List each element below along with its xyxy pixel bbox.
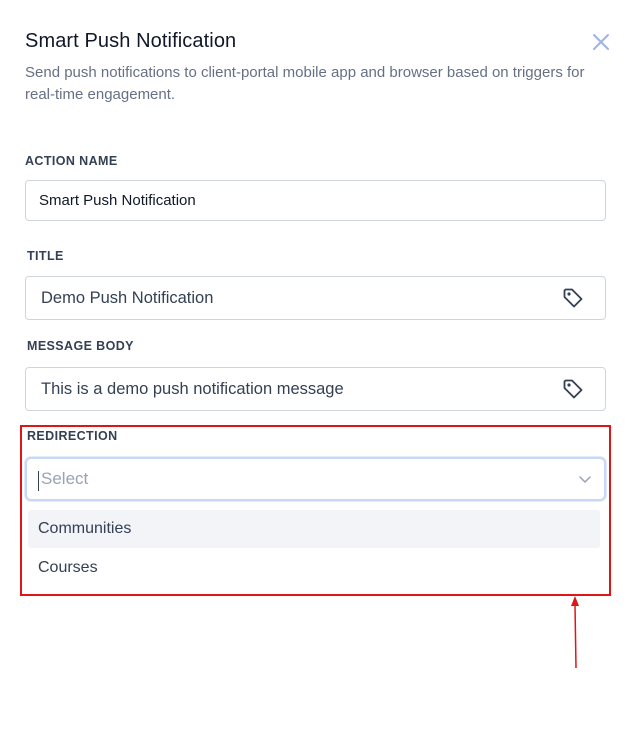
tag-icon[interactable] bbox=[561, 286, 585, 310]
title-value: Demo Push Notification bbox=[41, 288, 214, 307]
message-body-value: This is a demo push notification message bbox=[41, 379, 344, 398]
redirection-select[interactable]: Select bbox=[25, 457, 606, 501]
tag-icon[interactable] bbox=[561, 377, 585, 401]
option-courses[interactable]: Courses bbox=[28, 549, 600, 587]
action-name-field[interactable]: Smart Push Notification bbox=[25, 180, 606, 221]
action-name-value: Smart Push Notification bbox=[39, 192, 196, 209]
option-communities[interactable]: Communities bbox=[28, 510, 600, 548]
redirection-placeholder: Select bbox=[41, 469, 89, 488]
chevron-down-icon[interactable] bbox=[578, 472, 592, 486]
redirection-label: REDIRECTION bbox=[27, 429, 118, 443]
title-field[interactable]: Demo Push Notification bbox=[25, 276, 606, 320]
message-body-label: MESSAGE BODY bbox=[27, 339, 134, 353]
message-body-field[interactable]: This is a demo push notification message bbox=[25, 367, 606, 411]
action-name-label: ACTION NAME bbox=[25, 154, 118, 168]
annotation-arrow-icon bbox=[571, 596, 579, 669]
page-title: Smart Push Notification bbox=[25, 30, 237, 52]
close-icon[interactable] bbox=[590, 31, 612, 53]
title-label: TITLE bbox=[27, 249, 64, 263]
page-description: Send push notifications to client-portal… bbox=[25, 64, 585, 103]
